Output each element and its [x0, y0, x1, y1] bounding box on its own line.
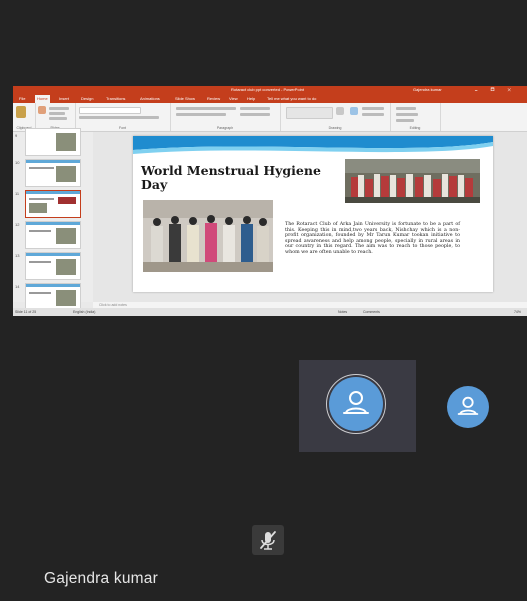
participant-avatar[interactable]	[447, 386, 489, 428]
tab-transitions[interactable]: Transitions	[104, 95, 127, 103]
slide-editor: World Menstrual Hygiene Day The Rotaract…	[93, 132, 527, 302]
notes-button[interactable]: Notes	[338, 308, 347, 316]
tab-view[interactable]: View	[227, 95, 240, 103]
arrange-icon[interactable]	[336, 107, 344, 115]
tell-me-search[interactable]: Tell me what you want to do	[265, 95, 318, 103]
slide-title: World Menstrual Hygiene Day	[141, 163, 321, 192]
mic-muted-button[interactable]	[252, 525, 284, 555]
ribbon-group-paragraph: Paragraph	[170, 103, 281, 131]
tab-home[interactable]: Home	[35, 95, 50, 103]
tab-animations[interactable]: Animations	[138, 95, 162, 103]
slide-thumbnail[interactable]	[25, 283, 81, 311]
group-photo-certificates	[143, 200, 273, 272]
paste-icon[interactable]	[16, 106, 26, 118]
language-indicator: English (India)	[73, 310, 96, 314]
current-slide[interactable]: World Menstrual Hygiene Day The Rotaract…	[133, 136, 493, 292]
ribbon-tabs: File Home Insert Design Transitions Anim…	[13, 94, 527, 103]
slide-header-wave	[133, 136, 493, 154]
person-icon	[343, 391, 369, 414]
tab-insert[interactable]: Insert	[57, 95, 71, 103]
slide-thumbnail[interactable]	[25, 252, 81, 280]
notes-placeholder: Click to add notes	[99, 303, 127, 307]
tab-slide-show[interactable]: Slide Show	[173, 95, 197, 103]
slide-thumbnail-selected[interactable]	[25, 190, 81, 218]
user-name: Gajendra kumar	[413, 87, 442, 92]
tab-review[interactable]: Review	[205, 95, 222, 103]
participant-name: Gajendra kumar	[44, 570, 158, 587]
slide-counter: Slide 11 of 25	[15, 310, 37, 314]
tab-file[interactable]: File	[17, 95, 27, 103]
slide-thumbnail[interactable]	[25, 159, 81, 187]
ribbon: Clipboard Slides Font Paragraph	[13, 103, 527, 132]
window-title: Rotaract club ppt converted - PowerPoint	[231, 87, 304, 92]
ribbon-group-font: Font	[75, 103, 171, 131]
participant-tile-active[interactable]	[299, 360, 416, 452]
ribbon-group-slides: Slides	[35, 103, 76, 131]
slide-body-text: The Rotaract Club of Arka Jain Universit…	[285, 222, 460, 255]
slide-thumbnail[interactable]	[25, 221, 81, 249]
quick-styles-icon[interactable]	[350, 107, 358, 115]
window-controls[interactable]: 🗕 🗖 ✕	[475, 86, 517, 94]
ribbon-group-editing: Editing	[390, 103, 441, 131]
shared-screen: Rotaract club ppt converted - PowerPoint…	[13, 86, 527, 316]
mic-off-icon	[260, 531, 276, 550]
ribbon-group-clipboard: Clipboard	[13, 103, 36, 131]
new-slide-icon[interactable]	[38, 106, 46, 114]
person-icon	[457, 396, 479, 415]
title-bar: Rotaract club ppt converted - PowerPoint…	[13, 86, 527, 94]
status-bar: Slide 11 of 25 English (India) Notes Com…	[13, 308, 527, 316]
comments-button[interactable]: Comments	[363, 308, 380, 316]
slide-thumbnail-pane: 9 10 11 12 13 14	[13, 128, 94, 311]
slide-thumbnail[interactable]	[25, 128, 81, 156]
zoom-level[interactable]: 74%	[514, 308, 521, 316]
group-photo-large	[345, 159, 480, 203]
avatar	[329, 377, 383, 431]
ribbon-group-drawing: Drawing	[280, 103, 391, 131]
tab-help[interactable]: Help	[245, 95, 257, 103]
tab-design[interactable]: Design	[79, 95, 95, 103]
